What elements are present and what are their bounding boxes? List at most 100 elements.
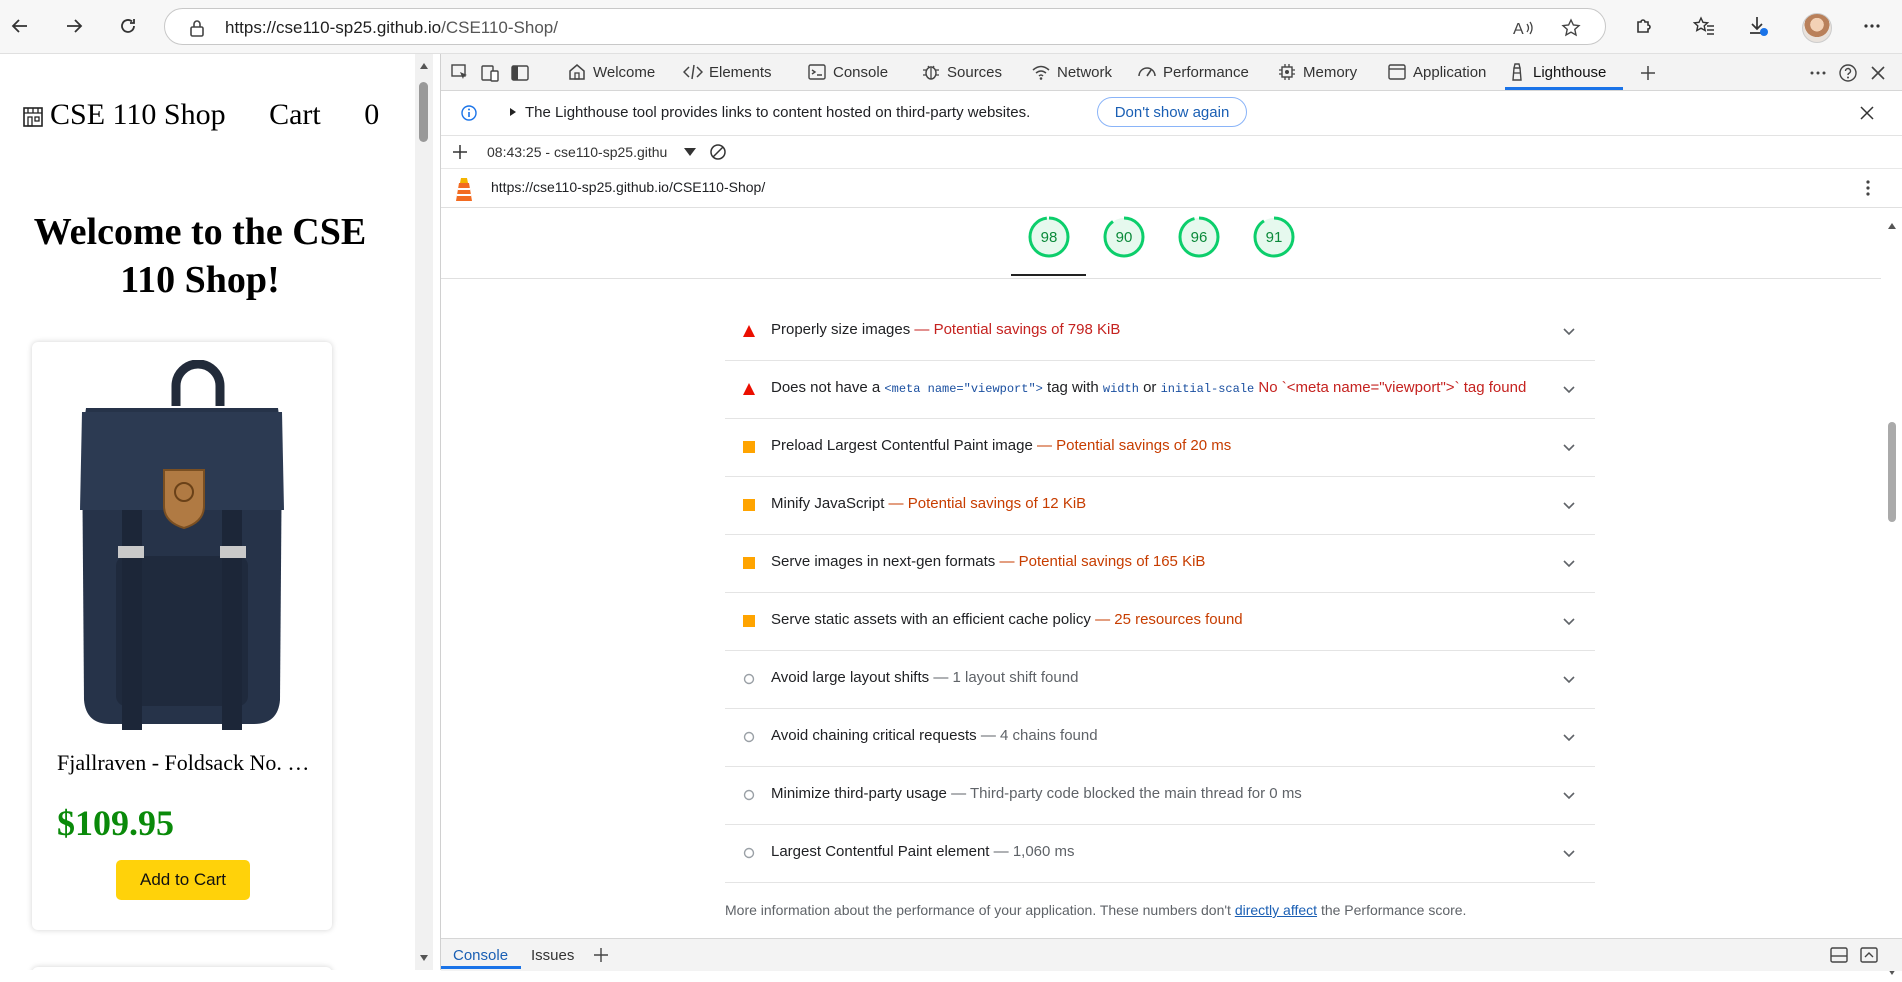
chevron-down-icon[interactable]: [1561, 845, 1577, 861]
audit-title: Avoid large layout shifts: [771, 669, 930, 686]
drawer-tab-issues[interactable]: Issues: [531, 947, 574, 964]
audit-row[interactable]: Minimize third-party usage — Third-party…: [725, 766, 1595, 825]
tab-label: Memory: [1303, 63, 1358, 81]
chevron-down-icon[interactable]: [1561, 787, 1577, 803]
favorite-star-icon[interactable]: [1559, 16, 1583, 40]
read-aloud-icon[interactable]: A: [1511, 16, 1535, 40]
gauge-performance[interactable]: 98: [1028, 216, 1070, 258]
score-value: 96: [1190, 228, 1208, 246]
page-scroll-thumb[interactable]: [419, 82, 428, 142]
gauge-seo[interactable]: 91: [1253, 216, 1295, 258]
new-report-icon[interactable]: [452, 144, 468, 160]
url-host: https://cse110-sp25.github.io: [225, 18, 442, 37]
tab-application[interactable]: Application: [1387, 54, 1486, 90]
gauge-best-practices[interactable]: 96: [1178, 216, 1220, 258]
clear-reports-icon[interactable]: [709, 143, 727, 161]
audit-row[interactable]: Serve static assets with an efficient ca…: [725, 592, 1595, 651]
average-square-icon: [743, 499, 755, 511]
downloads-button[interactable]: [1742, 10, 1774, 42]
device-emulation-icon[interactable]: [479, 62, 501, 84]
tab-label: Elements: [709, 63, 772, 81]
back-button[interactable]: [4, 10, 36, 42]
audit-row[interactable]: Avoid chaining critical requests — 4 cha…: [725, 708, 1595, 767]
audit-code: width: [1102, 382, 1139, 396]
chevron-down-icon[interactable]: [1561, 671, 1577, 687]
gauge-accessibility[interactable]: 90: [1103, 216, 1145, 258]
info-bar: The Lighthouse tool provides links to co…: [441, 91, 1902, 136]
devtools-scrollbar[interactable]: [1884, 222, 1900, 982]
tab-sources[interactable]: Sources: [921, 54, 1002, 90]
inspect-element-icon[interactable]: [449, 62, 471, 84]
directly-affect-link[interactable]: directly affect: [1235, 902, 1317, 918]
report-url[interactable]: https://cse110-sp25.github.io/CSE110-Sho…: [491, 179, 765, 195]
tab-welcome[interactable]: Welcome: [567, 54, 655, 90]
dropdown-arrow-icon[interactable]: [684, 148, 696, 156]
lock-icon[interactable]: [185, 16, 209, 40]
tab-console[interactable]: Console: [807, 54, 888, 90]
chevron-down-icon[interactable]: [1561, 497, 1577, 513]
bug-icon: [923, 65, 939, 80]
drawer-active-indicator: [441, 966, 521, 969]
audit-row[interactable]: Properly size images — Potential savings…: [725, 302, 1595, 361]
audit-separator: —: [1095, 611, 1111, 628]
browser-menu-button[interactable]: [1856, 10, 1888, 42]
dock-side-icon[interactable]: [509, 62, 531, 84]
url-text[interactable]: https://cse110-sp25.github.io/CSE110-Sho…: [225, 18, 558, 38]
tab-network[interactable]: Network: [1031, 54, 1112, 90]
audit-text: Properly size images — Potential savings…: [771, 321, 1120, 338]
expand-triangle-icon[interactable]: [509, 107, 517, 117]
chevron-down-icon[interactable]: [1561, 381, 1577, 397]
audit-detail: No `<meta name="viewport">` tag found: [1258, 379, 1527, 396]
refresh-button[interactable]: [112, 10, 144, 42]
chevron-down-icon[interactable]: [1561, 613, 1577, 629]
drawer-tab-console[interactable]: Console: [453, 947, 508, 964]
chevron-down-icon[interactable]: [1561, 439, 1577, 455]
chevron-down-icon[interactable]: [1561, 729, 1577, 745]
tab-lighthouse[interactable]: Lighthouse: [1507, 54, 1606, 90]
cart-label[interactable]: Cart: [269, 98, 321, 131]
tab-label: Sources: [947, 63, 1003, 81]
profile-avatar[interactable]: [1802, 13, 1832, 43]
dont-show-again-button[interactable]: Don't show again: [1097, 97, 1247, 127]
tab-elements[interactable]: Elements: [683, 54, 772, 90]
add-tab-icon[interactable]: [1637, 62, 1659, 84]
audit-row[interactable]: Serve images in next-gen formats — Poten…: [725, 534, 1595, 593]
favorites-button[interactable]: [1688, 10, 1720, 42]
chevron-down-icon[interactable]: [1561, 323, 1577, 339]
forward-button[interactable]: [58, 10, 90, 42]
extensions-button[interactable]: [1628, 10, 1660, 42]
report-selector[interactable]: 08:43:25 - cse110-sp25.githu: [487, 144, 667, 160]
more-tools-icon[interactable]: [1807, 62, 1829, 84]
audit-row[interactable]: Does not have a <meta name="viewport"> t…: [725, 360, 1595, 419]
report-menu-icon[interactable]: [1865, 179, 1871, 197]
fail-triangle-icon: [743, 325, 755, 337]
address-bar[interactable]: https://cse110-sp25.github.io/CSE110-Sho…: [164, 8, 1606, 45]
tab-memory[interactable]: Memory: [1277, 54, 1357, 90]
info-circle-icon: [743, 673, 755, 685]
scroll-up-icon[interactable]: [419, 62, 429, 70]
audit-row[interactable]: Preload Largest Contentful Paint image —…: [725, 418, 1595, 477]
score-gauges: 98 90 96 91: [441, 208, 1881, 279]
audit-text: Minify JavaScript — Potential savings of…: [771, 495, 1086, 512]
audit-detail: 4 chains found: [1000, 727, 1098, 744]
devtools-scroll-thumb[interactable]: [1888, 422, 1896, 522]
audit-row[interactable]: Minify JavaScript — Potential savings of…: [725, 476, 1595, 535]
shop-title[interactable]: CSE 110 Shop: [50, 98, 226, 131]
audit-separator: —: [933, 669, 949, 686]
close-infobar-icon[interactable]: [1859, 105, 1875, 121]
audit-row[interactable]: Largest Contentful Paint element — 1,060…: [725, 824, 1595, 883]
info-icon: [461, 105, 477, 121]
scroll-down-icon[interactable]: [419, 954, 429, 962]
drawer-dock-icon[interactable]: [1859, 946, 1879, 964]
tab-performance[interactable]: Performance: [1137, 54, 1249, 90]
drawer-add-tab-icon[interactable]: [593, 947, 609, 963]
scroll-up-icon[interactable]: [1887, 222, 1897, 230]
help-icon[interactable]: [1837, 62, 1859, 84]
audit-text: Does not have a <meta name="viewport"> t…: [771, 379, 1526, 396]
add-to-cart-button[interactable]: Add to Cart: [116, 860, 250, 900]
close-devtools-icon[interactable]: [1867, 62, 1889, 84]
page-scrollbar[interactable]: [415, 54, 433, 970]
audit-row[interactable]: Avoid large layout shifts — 1 layout shi…: [725, 650, 1595, 709]
chevron-down-icon[interactable]: [1561, 555, 1577, 571]
drawer-quick-view-icon[interactable]: [1829, 946, 1849, 964]
